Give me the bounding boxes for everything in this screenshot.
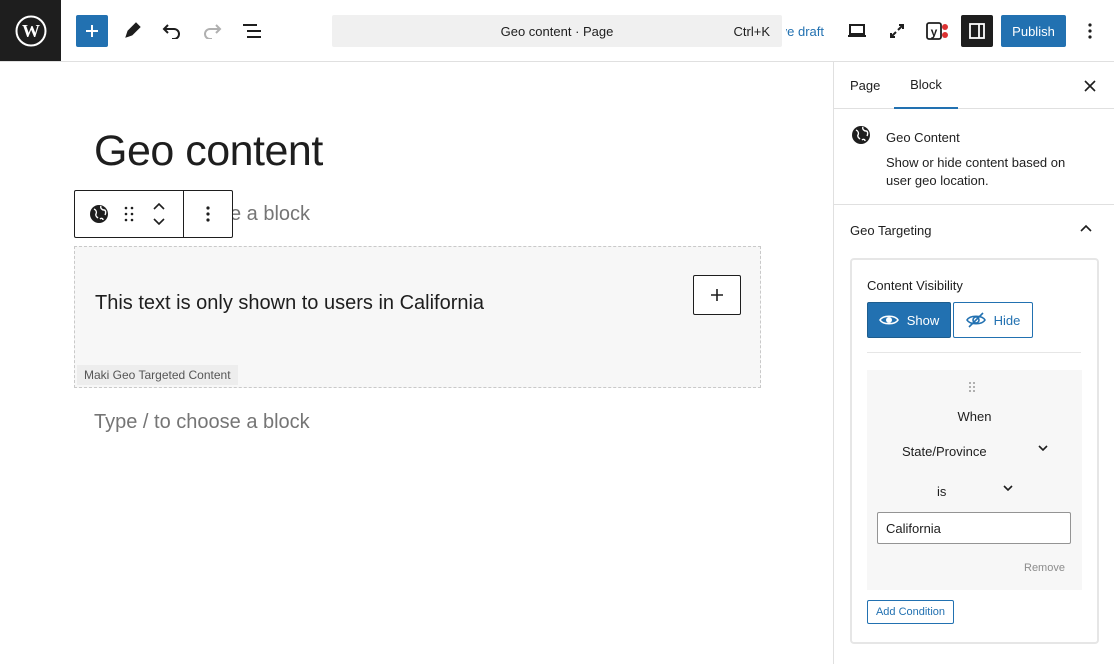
divider — [867, 352, 1081, 353]
block-label: Maki Geo Targeted Content — [77, 365, 238, 385]
show-button[interactable]: Show — [867, 302, 951, 338]
plus-icon — [711, 289, 723, 301]
block-card: Geo Content Show or hide content based o… — [834, 109, 1114, 205]
condition-box: When State/Province is Remove — [867, 370, 1082, 590]
wordpress-icon: W — [15, 15, 46, 46]
options-button[interactable] — [1074, 15, 1106, 47]
content-visibility-label: Content Visibility — [867, 278, 963, 293]
undo-icon — [162, 24, 180, 39]
save-draft-button[interactable]: Save draft — [786, 24, 824, 39]
undo-button[interactable] — [156, 15, 188, 47]
block-inserter-button[interactable] — [76, 15, 108, 47]
plus-icon — [86, 25, 98, 37]
drag-handle-icon — [124, 206, 134, 222]
condition-value-input[interactable] — [877, 512, 1071, 544]
drag-handle[interactable] — [119, 191, 139, 237]
pencil-icon — [125, 22, 141, 38]
operator-select[interactable]: is — [937, 481, 1013, 503]
svg-text:W: W — [22, 21, 40, 41]
sidebar-tabs: Page Block — [834, 62, 1114, 109]
editor-header: W Geo content · Page Ctrl+K Save draft — [0, 0, 1114, 62]
settings-sidebar: Page Block Geo Content Show or hide cont… — [833, 62, 1114, 664]
geo-targeting-panel: Content Visibility Show Hide When State/… — [850, 258, 1099, 644]
geo-targeted-block[interactable]: This text is only shown to users in Cali… — [74, 246, 761, 388]
geo-targeting-panel-title[interactable]: Geo Targeting — [850, 223, 931, 238]
show-label: Show — [906, 312, 940, 328]
wordpress-logo-button[interactable]: W — [0, 0, 61, 61]
tools-button[interactable] — [116, 15, 148, 47]
more-vertical-icon — [206, 206, 210, 222]
tab-page[interactable]: Page — [850, 62, 880, 109]
field-select[interactable]: State/Province — [902, 441, 1048, 463]
more-vertical-icon — [1088, 23, 1092, 39]
eye-slash-icon — [965, 312, 986, 328]
laptop-icon — [848, 24, 866, 37]
eye-icon — [878, 315, 899, 325]
drag-handle-icon[interactable] — [968, 381, 976, 393]
command-palette-bar[interactable]: Geo content · Page Ctrl+K — [332, 15, 782, 47]
close-sidebar-button[interactable] — [1080, 76, 1100, 96]
list-view-icon — [243, 24, 261, 38]
block-description: Show or hide content based on user geo l… — [886, 155, 1066, 188]
publish-button[interactable]: Publish — [1001, 15, 1066, 47]
keyboard-shortcut: Ctrl+K — [733, 24, 770, 39]
hide-label: Hide — [993, 312, 1021, 328]
settings-sidebar-toggle[interactable] — [961, 15, 993, 47]
yoast-icon: y — [926, 22, 948, 40]
when-label: When — [957, 409, 992, 424]
page-title[interactable]: Geo content — [94, 127, 323, 176]
block-name: Geo Content — [886, 130, 960, 145]
yoast-button[interactable]: y — [921, 15, 953, 47]
block-toolbar — [74, 190, 233, 238]
document-overview-button[interactable] — [236, 15, 268, 47]
chevron-up-icon[interactable] — [153, 203, 165, 210]
block-type-button[interactable] — [85, 191, 113, 237]
editor-canvas: Geo content e a block This text is only … — [0, 62, 833, 664]
move-buttons — [147, 191, 171, 237]
empty-block-placeholder[interactable]: e a block — [230, 203, 310, 226]
toolbar-separator — [183, 191, 184, 237]
preview-button[interactable] — [841, 15, 873, 47]
field-select-value: State/Province — [902, 444, 987, 459]
tab-block[interactable]: Block — [894, 62, 958, 109]
chevron-down-icon — [1003, 485, 1013, 491]
add-condition-button[interactable]: Add Condition — [867, 600, 954, 624]
hide-button[interactable]: Hide — [953, 302, 1033, 338]
inner-block-add-button[interactable] — [693, 275, 741, 315]
document-title: Geo content · Page — [500, 24, 614, 39]
operator-select-value: is — [937, 484, 947, 499]
chevron-down-icon — [1038, 445, 1048, 451]
globe-icon — [852, 126, 870, 144]
remove-condition-link[interactable]: Remove — [1024, 562, 1065, 574]
redo-button[interactable] — [196, 15, 228, 47]
chevron-up-icon[interactable] — [1077, 220, 1095, 238]
sidebar-icon — [969, 23, 985, 39]
chevron-down-icon[interactable] — [153, 218, 165, 225]
close-icon — [1084, 80, 1096, 92]
redo-icon — [204, 24, 222, 39]
block-options-button[interactable] — [195, 191, 221, 237]
geo-block-text[interactable]: This text is only shown to users in Cali… — [95, 292, 484, 315]
expand-icon — [890, 24, 904, 38]
fullscreen-button[interactable] — [881, 15, 913, 47]
svg-text:y: y — [931, 25, 938, 39]
globe-icon — [90, 205, 108, 223]
empty-block-placeholder[interactable]: Type / to choose a block — [94, 411, 310, 434]
